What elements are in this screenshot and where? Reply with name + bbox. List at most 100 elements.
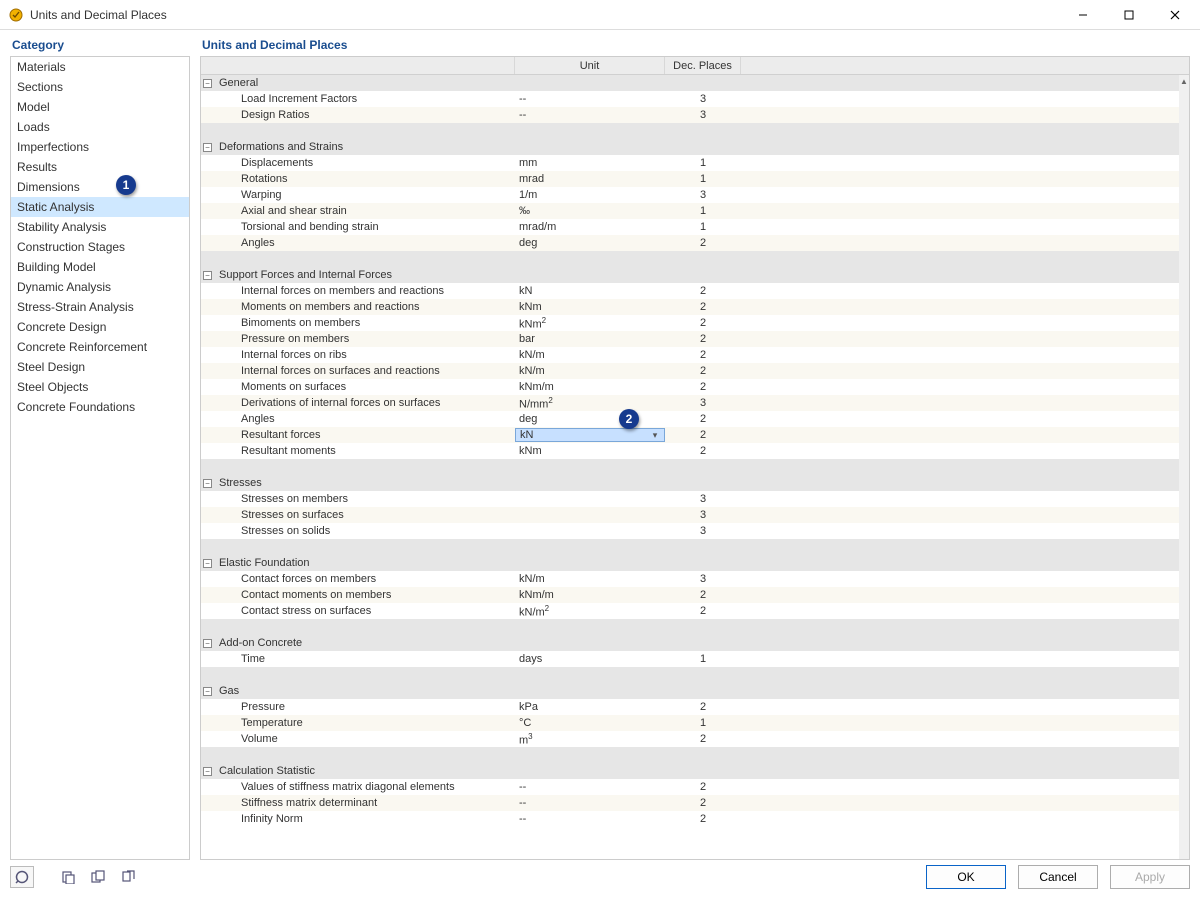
row-unit[interactable]: -- [515,797,665,809]
sidebar-item[interactable]: Static Analysis [11,197,189,217]
sidebar-item[interactable]: Concrete Reinforcement [11,337,189,357]
collapse-icon[interactable]: − [203,479,212,488]
row-dec[interactable]: 2 [665,813,741,825]
grid-row[interactable]: Pressure on membersbar2 [201,331,1179,347]
row-unit[interactable]: m3 [515,732,665,747]
sidebar-item[interactable]: Materials [11,57,189,77]
collapse-icon[interactable]: − [203,143,212,152]
row-dec[interactable]: 3 [665,397,741,409]
row-unit[interactable]: bar [515,333,665,345]
row-dec[interactable]: 2 [665,365,741,377]
row-dec[interactable]: 3 [665,573,741,585]
row-unit[interactable]: N/mm2 [515,396,665,411]
row-unit[interactable]: ‰ [515,205,665,217]
row-unit[interactable]: kN/m2 [515,604,665,619]
row-dec[interactable]: 2 [665,349,741,361]
grid-row[interactable]: Bimoments on memberskNm22 [201,315,1179,331]
row-dec[interactable]: 1 [665,221,741,233]
grid-row[interactable]: Values of stiffness matrix diagonal elem… [201,779,1179,795]
row-unit[interactable]: -- [515,93,665,105]
row-unit[interactable]: -- [515,781,665,793]
close-button[interactable] [1152,1,1198,29]
grid-row[interactable]: Internal forces on ribskN/m2 [201,347,1179,363]
grid-row[interactable]: Contact forces on memberskN/m3 [201,571,1179,587]
row-dec[interactable]: 1 [665,717,741,729]
sidebar-item[interactable]: Dimensions [11,177,189,197]
grid-row[interactable]: Displacementsmm1 [201,155,1179,171]
row-dec[interactable]: 3 [665,109,741,121]
row-unit[interactable]: 1/m [515,189,665,201]
sidebar-item[interactable]: Loads [11,117,189,137]
row-dec[interactable]: 1 [665,653,741,665]
row-unit[interactable]: deg [515,237,665,249]
vertical-scrollbar[interactable]: ▲ [1179,75,1189,859]
row-dec[interactable]: 2 [665,781,741,793]
row-unit[interactable]: kNm [515,445,665,457]
row-unit[interactable]: mrad [515,173,665,185]
grid-row[interactable]: Axial and shear strain‰1 [201,203,1179,219]
row-dec[interactable]: 2 [665,733,741,745]
grid-row[interactable]: Contact stress on surfaceskN/m22 [201,603,1179,619]
row-dec[interactable]: 2 [665,317,741,329]
grid-row[interactable]: Temperature°C1 [201,715,1179,731]
collapse-icon[interactable]: − [203,639,212,648]
row-dec[interactable]: 1 [665,157,741,169]
collapse-icon[interactable]: − [203,687,212,696]
apply-button[interactable]: Apply [1110,865,1190,889]
row-dec[interactable]: 2 [665,589,741,601]
help-button[interactable] [10,866,34,888]
sidebar-item[interactable]: Sections [11,77,189,97]
row-unit[interactable]: days [515,653,665,665]
grid-row[interactable]: Design Ratios--3 [201,107,1179,123]
row-dec[interactable]: 3 [665,493,741,505]
row-dec[interactable]: 3 [665,189,741,201]
collapse-icon[interactable]: − [203,79,212,88]
ok-button[interactable]: OK [926,865,1006,889]
grid-row[interactable]: Stresses on surfaces3 [201,507,1179,523]
row-dec[interactable]: 3 [665,525,741,537]
sidebar-item[interactable]: Building Model [11,257,189,277]
save-profile-button[interactable] [56,866,80,888]
grid-row[interactable]: Resultant momentskNm2 [201,443,1179,459]
sidebar-item[interactable]: Stress-Strain Analysis [11,297,189,317]
row-unit[interactable]: kN [515,285,665,297]
row-unit[interactable]: deg [515,413,665,425]
row-dec[interactable]: 2 [665,301,741,313]
chevron-down-icon[interactable]: ▾ [648,430,662,441]
grid-row[interactable]: Rotationsmrad1 [201,171,1179,187]
grid-row[interactable]: Internal forces on members and reactions… [201,283,1179,299]
load-profile-button[interactable] [86,866,110,888]
scroll-up-arrow[interactable]: ▲ [1179,75,1189,87]
grid-row[interactable]: Resultant forceskN▾NdaNkNMNlbfkipTonfKgf… [201,427,1179,443]
row-dec[interactable]: 2 [665,605,741,617]
sidebar-item[interactable]: Concrete Foundations [11,397,189,417]
row-unit[interactable]: kN/m [515,573,665,585]
row-dec[interactable]: 2 [665,413,741,425]
row-dec[interactable]: 2 [665,797,741,809]
row-unit[interactable]: kNm [515,301,665,313]
minimize-button[interactable] [1060,1,1106,29]
row-dec[interactable]: 2 [665,237,741,249]
reset-defaults-button[interactable] [116,866,140,888]
cancel-button[interactable]: Cancel [1018,865,1098,889]
row-unit[interactable]: mrad/m [515,221,665,233]
row-unit[interactable]: -- [515,109,665,121]
collapse-icon[interactable]: − [203,559,212,568]
row-unit[interactable]: kN/m [515,349,665,361]
grid-row[interactable]: Stresses on members3 [201,491,1179,507]
sidebar-item[interactable]: Results [11,157,189,177]
row-unit[interactable]: kNm/m [515,589,665,601]
row-dec[interactable]: 2 [665,429,741,441]
grid-row[interactable]: Stiffness matrix determinant--2 [201,795,1179,811]
row-unit[interactable]: kN▾NdaNkNMNlbfkipTonfKgf [515,428,665,442]
sidebar-item[interactable]: Model [11,97,189,117]
grid-row[interactable]: PressurekPa2 [201,699,1179,715]
grid-row[interactable]: Moments on members and reactionskNm2 [201,299,1179,315]
grid-row[interactable]: Derivations of internal forces on surfac… [201,395,1179,411]
row-dec[interactable]: 2 [665,445,741,457]
row-dec[interactable]: 2 [665,285,741,297]
row-unit[interactable]: °C [515,717,665,729]
row-unit[interactable]: kPa [515,701,665,713]
grid-row[interactable]: Load Increment Factors--3 [201,91,1179,107]
grid-row[interactable]: Infinity Norm--2 [201,811,1179,827]
